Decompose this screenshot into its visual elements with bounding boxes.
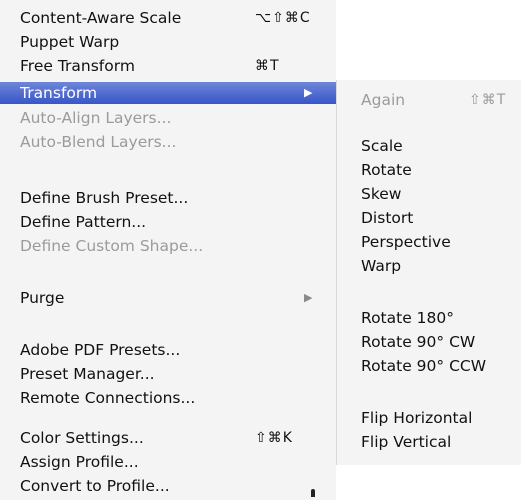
menu-item-label: Content-Aware Scale (20, 9, 182, 27)
menu-item-label: Rotate (361, 161, 412, 179)
menu-item-label: Preset Manager... (20, 365, 155, 383)
menu-item-define-pattern[interactable]: Define Pattern... (0, 210, 336, 234)
menu-item-remote-connections[interactable]: Remote Connections... (0, 386, 336, 410)
menu-item-auto-blend-layers: Auto-Blend Layers... (0, 130, 336, 154)
menu-item-label: Auto-Blend Layers... (20, 133, 177, 151)
menu-item-label: Puppet Warp (20, 33, 120, 51)
menu-item-shortcut: ⌥⇧⌘C (255, 10, 311, 26)
menu-item-label: Assign Profile... (20, 453, 139, 471)
menu-item-label: Rotate 90° CW (361, 333, 476, 351)
menu-item-transform[interactable]: Transform ▶ (0, 82, 336, 104)
menu-item-purge[interactable]: Purge ▶ (0, 286, 336, 310)
menu-item-preset-manager[interactable]: Preset Manager... (0, 362, 336, 386)
menu-item-label: Free Transform (20, 57, 135, 75)
menu-item-label: Skew (361, 185, 402, 203)
submenu-item-flip-horizontal[interactable]: Flip Horizontal (337, 406, 521, 430)
submenu-item-again: Again ⇧⌘T (337, 88, 521, 112)
menu-item-label: Rotate 90° CCW (361, 357, 487, 375)
submenu-item-scale[interactable]: Scale (337, 134, 521, 158)
menu-item-label: Remote Connections... (20, 389, 196, 407)
menu-item-label: Again (361, 91, 406, 109)
menu-item-content-aware-scale[interactable]: Content-Aware Scale ⌥⇧⌘C (0, 6, 336, 30)
transform-submenu: Again ⇧⌘T Scale Rotate Skew Distort Pers… (336, 80, 521, 465)
submenu-arrow-icon: ▶ (304, 291, 313, 304)
edit-menu: Content-Aware Scale ⌥⇧⌘C Puppet Warp Fre… (0, 0, 336, 500)
menu-item-label: Transform (20, 84, 98, 102)
submenu-item-distort[interactable]: Distort (337, 206, 521, 230)
submenu-arrow-icon: ▶ (304, 86, 313, 99)
menu-item-label: Define Brush Preset... (20, 189, 189, 207)
menu-item-label: Distort (361, 209, 414, 227)
menu-item-assign-profile[interactable]: Assign Profile... (0, 450, 336, 474)
menu-item-label: Flip Horizontal (361, 409, 473, 427)
menu-item-label: Define Custom Shape... (20, 237, 204, 255)
mouse-cursor-icon (311, 489, 315, 497)
menu-item-label: Warp (361, 257, 402, 275)
menu-item-color-settings[interactable]: Color Settings... ⇧⌘K (0, 426, 336, 450)
menu-item-define-custom-shape: Define Custom Shape... (0, 234, 336, 258)
menu-item-adobe-pdf-presets[interactable]: Adobe PDF Presets... (0, 338, 336, 362)
menu-item-label: Purge (20, 289, 65, 307)
menu-item-label: Flip Vertical (361, 433, 452, 451)
menu-item-free-transform[interactable]: Free Transform ⌘T (0, 54, 336, 78)
submenu-item-rotate-90-cw[interactable]: Rotate 90° CW (337, 330, 521, 354)
submenu-item-skew[interactable]: Skew (337, 182, 521, 206)
submenu-item-perspective[interactable]: Perspective (337, 230, 521, 254)
submenu-item-rotate[interactable]: Rotate (337, 158, 521, 182)
submenu-item-rotate-90-ccw[interactable]: Rotate 90° CCW (337, 354, 521, 378)
menu-item-shortcut: ⌘T (255, 58, 280, 74)
menu-item-label: Define Pattern... (20, 213, 147, 231)
menu-item-define-brush-preset[interactable]: Define Brush Preset... (0, 186, 336, 210)
menu-item-label: Auto-Align Layers... (20, 109, 172, 127)
menu-item-label: Color Settings... (20, 429, 144, 447)
menu-item-puppet-warp[interactable]: Puppet Warp (0, 30, 336, 54)
menu-item-label: Adobe PDF Presets... (20, 341, 181, 359)
menu-item-auto-align-layers: Auto-Align Layers... (0, 106, 336, 130)
menu-item-shortcut: ⇧⌘K (255, 430, 293, 446)
menu-item-label: Scale (361, 137, 403, 155)
submenu-item-flip-vertical[interactable]: Flip Vertical (337, 430, 521, 454)
submenu-item-rotate-180[interactable]: Rotate 180° (337, 306, 521, 330)
menu-item-label: Convert to Profile... (20, 477, 170, 495)
menu-item-convert-to-profile[interactable]: Convert to Profile... (0, 474, 336, 498)
menu-item-label: Rotate 180° (361, 309, 455, 327)
menu-item-shortcut: ⇧⌘T (469, 92, 507, 108)
submenu-item-warp[interactable]: Warp (337, 254, 521, 278)
menu-item-label: Perspective (361, 233, 451, 251)
